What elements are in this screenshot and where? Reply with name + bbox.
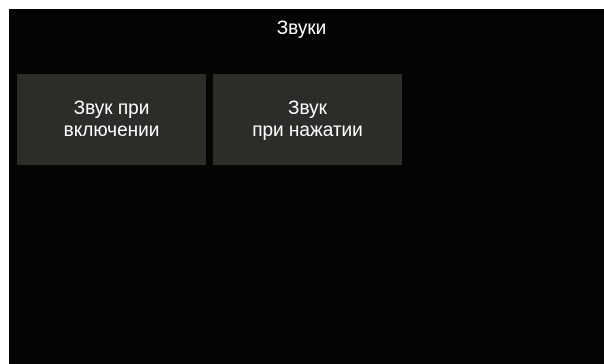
touch-sound-label-line2: при нажатии xyxy=(252,119,363,141)
startup-sound-label-line1: Звук при xyxy=(73,97,150,119)
touch-sound-button[interactable]: Звук при нажатии xyxy=(213,74,402,165)
startup-sound-button[interactable]: Звук при включении xyxy=(17,74,206,165)
touch-sound-label-line1: Звук xyxy=(288,97,327,119)
sounds-screen: Звуки Звук при включении Звук при нажати… xyxy=(9,9,604,364)
startup-sound-label-line2: включении xyxy=(63,119,160,141)
screen-title: Звуки xyxy=(276,18,327,39)
